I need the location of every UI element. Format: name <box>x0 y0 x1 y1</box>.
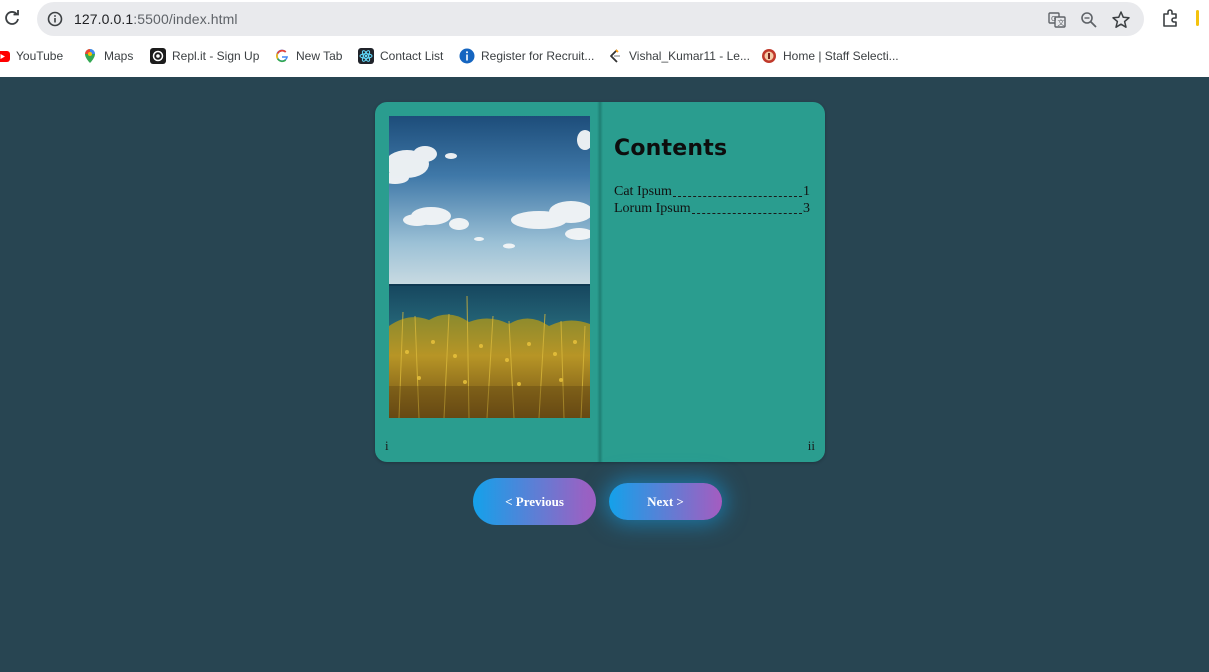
reload-icon[interactable] <box>3 9 21 27</box>
svg-text:文: 文 <box>1058 18 1065 27</box>
zoom-icon[interactable] <box>1079 10 1099 30</box>
bookmark-register-recruitment[interactable]: Register for Recruit... <box>459 44 594 68</box>
toc-leader <box>691 213 802 214</box>
bookmark-star-icon[interactable] <box>1111 10 1131 30</box>
right-page: Contents Cat Ipsum 1 Lorum Ipsum 3 ii <box>603 102 825 462</box>
react-icon <box>358 48 374 64</box>
landscape-image <box>389 116 590 418</box>
toc-leader <box>672 196 802 197</box>
bookmark-label: YouTube <box>16 49 64 63</box>
toc-page: 1 <box>803 184 810 199</box>
contents-title: Contents <box>614 136 728 161</box>
toc-label: Lorum Ipsum <box>614 201 691 216</box>
url-host: 127.0.0.1 <box>74 11 134 27</box>
extensions-icon[interactable] <box>1161 8 1181 28</box>
next-button[interactable]: Next > <box>609 483 722 520</box>
address-bar[interactable]: 127.0.0.1:5500/index.html G 文 <box>37 2 1144 36</box>
bookmark-youtube[interactable]: YouTube <box>0 44 63 68</box>
bookmark-staff-selection[interactable]: Home | Staff Selecti... <box>761 44 899 68</box>
translate-icon[interactable]: G 文 <box>1047 10 1067 30</box>
browser-chrome: 127.0.0.1:5500/index.html G 文 YouTube Ma… <box>0 0 1209 77</box>
table-of-contents: Cat Ipsum 1 Lorum Ipsum 3 <box>614 183 810 217</box>
leetcode-icon <box>610 49 620 63</box>
bookmark-label: Maps <box>104 49 134 63</box>
bookmark-label: Home | Staff Selecti... <box>783 49 899 63</box>
toc-row[interactable]: Lorum Ipsum 3 <box>614 200 810 217</box>
maps-icon <box>85 49 95 63</box>
bookmark-maps[interactable]: Maps <box>82 44 133 68</box>
url-path: :5500/index.html <box>133 11 238 27</box>
bookmark-contact-list[interactable]: Contact List <box>358 44 443 68</box>
profile-indicator[interactable] <box>1196 10 1199 26</box>
replit-icon <box>150 48 166 64</box>
youtube-icon <box>0 51 10 62</box>
bookmarks-bar: YouTube Maps Repl.it - Sign Up New Tab C… <box>0 44 1209 68</box>
toc-page: 3 <box>803 201 810 216</box>
landscape-photo <box>389 116 590 418</box>
bookmark-label: Register for Recruit... <box>481 49 595 63</box>
site-info-icon[interactable] <box>46 10 64 28</box>
bookmark-label: Contact List <box>380 49 444 63</box>
book: i Contents Cat Ipsum 1 Lorum Ipsum 3 ii <box>375 102 825 462</box>
toc-row[interactable]: Cat Ipsum 1 <box>614 183 810 200</box>
page-number-left: i <box>385 438 389 453</box>
bookmark-label: New Tab <box>296 49 343 63</box>
google-icon <box>276 49 288 63</box>
bookmark-new-tab[interactable]: New Tab <box>274 44 342 68</box>
svg-text:G: G <box>1051 15 1056 23</box>
left-page: i <box>375 102 600 462</box>
toc-label: Cat Ipsum <box>614 184 672 199</box>
previous-button[interactable]: < Previous <box>473 478 596 525</box>
bookmark-label: Repl.it - Sign Up <box>172 49 260 63</box>
emblem-icon <box>762 49 776 63</box>
bookmark-replit[interactable]: Repl.it - Sign Up <box>150 44 259 68</box>
bookmark-leetcode[interactable]: Vishal_Kumar11 - Le... <box>607 44 750 68</box>
url-text[interactable]: 127.0.0.1:5500/index.html <box>74 11 238 27</box>
browser-toolbar: 127.0.0.1:5500/index.html G 文 <box>0 0 1209 38</box>
bookmark-label: Vishal_Kumar11 - Le... <box>629 49 750 63</box>
info-icon <box>459 48 475 64</box>
page-number-right: ii <box>807 438 815 453</box>
